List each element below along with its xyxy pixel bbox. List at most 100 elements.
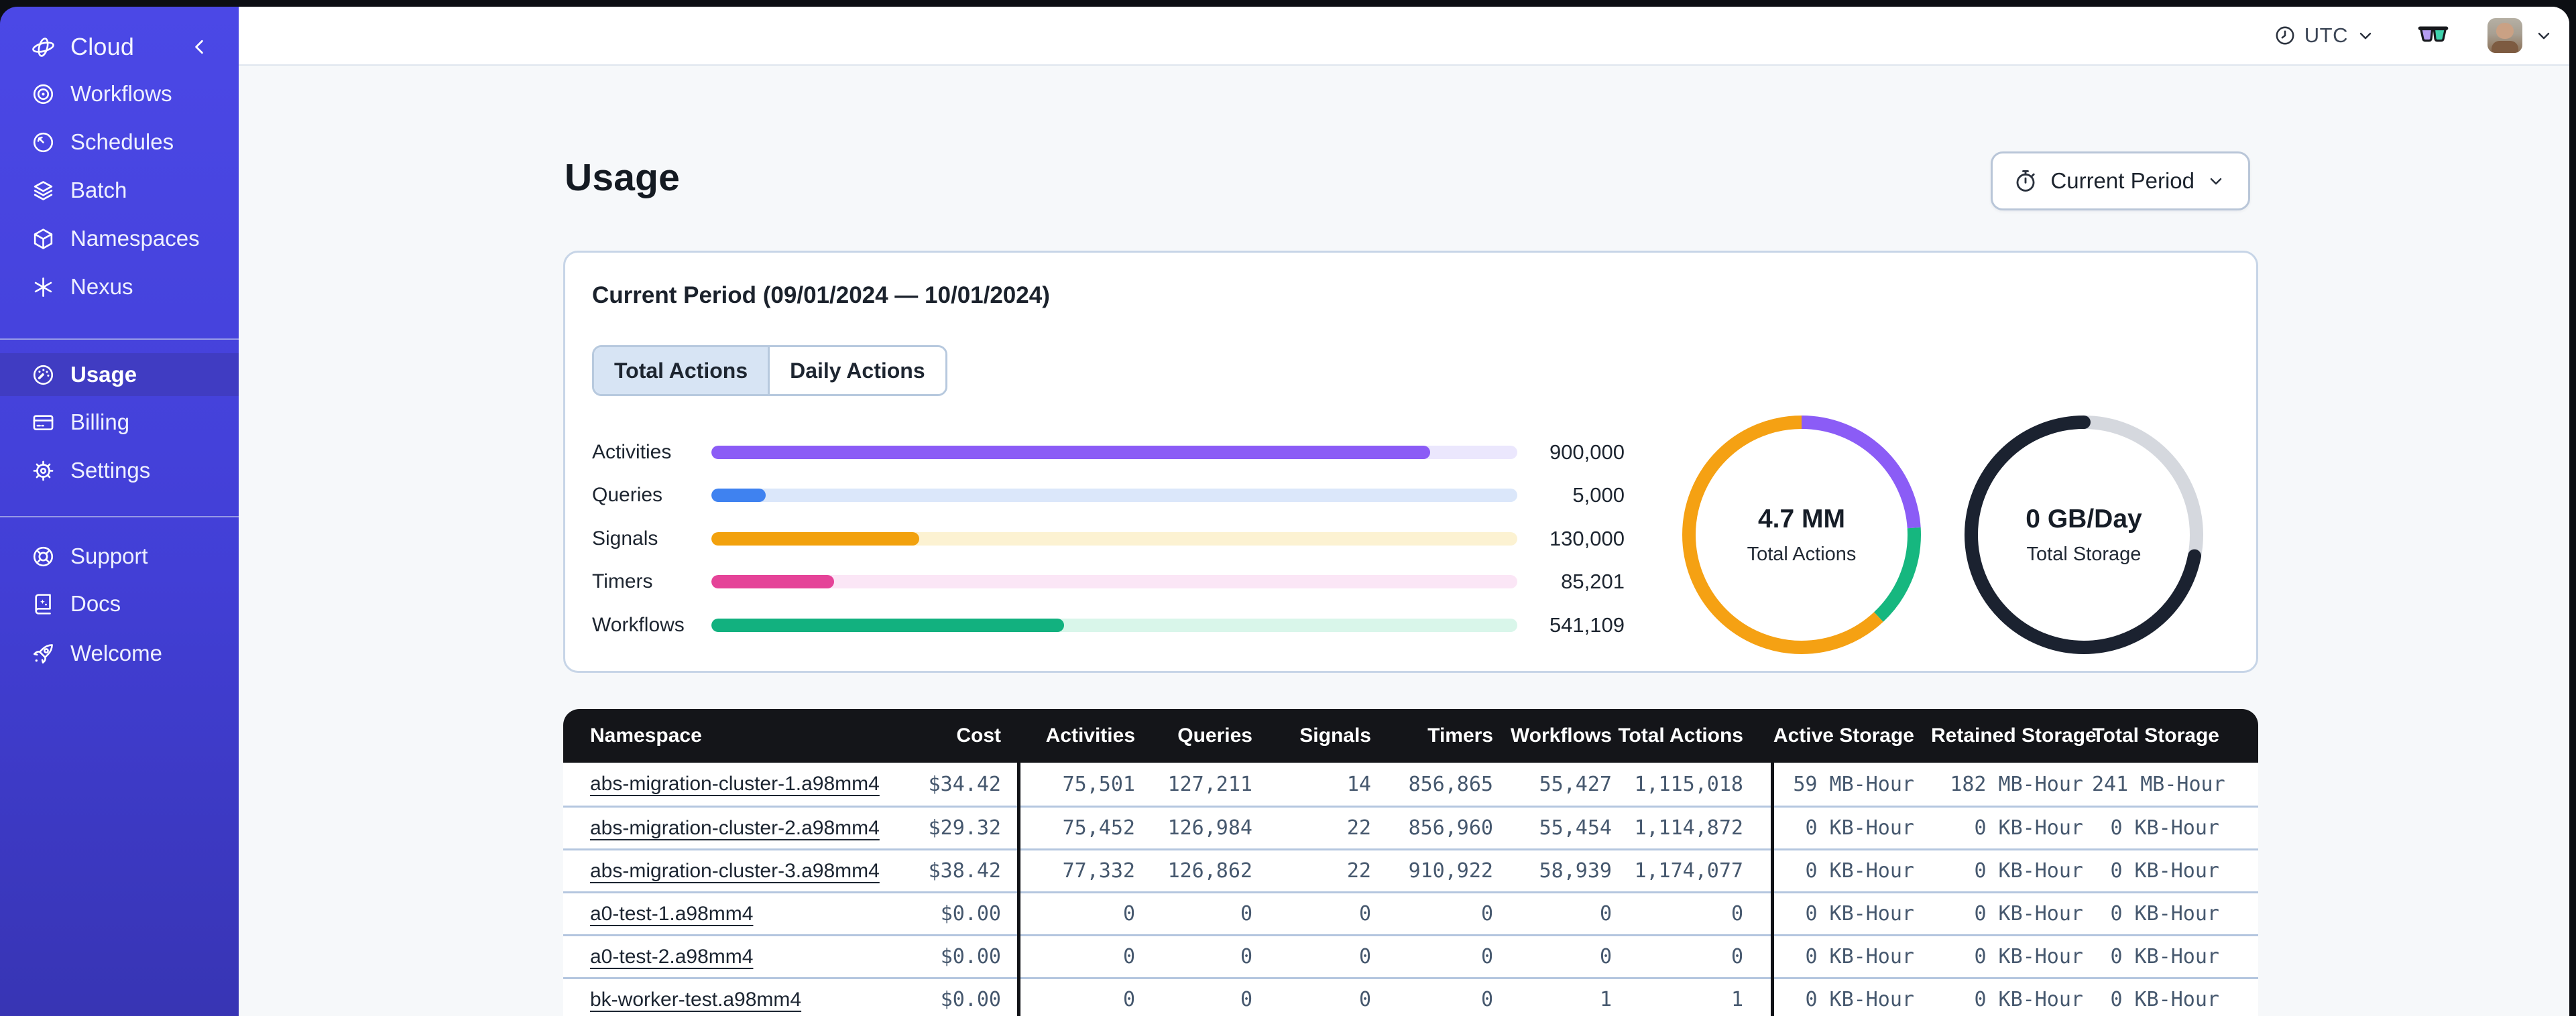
schedules-icon — [31, 130, 56, 155]
total-actions-value: 4.7 MM — [1757, 504, 1846, 533]
col-header-workflows: Workflows — [1510, 724, 1612, 747]
sidebar-item-namespaces[interactable]: Namespaces — [0, 214, 239, 263]
workflows-icon — [31, 82, 56, 107]
docs-book-icon — [31, 592, 56, 617]
namespace-link[interactable]: abs-migration-cluster-3.a98mm4 — [590, 860, 880, 882]
sidebar-item-batch[interactable]: Batch — [0, 166, 239, 214]
col-header-namespace: Namespace — [590, 724, 702, 747]
main-area: UTC Usage Current Period Current Period … — [239, 7, 2569, 1016]
app-window: Cloud Workflows Schedules Batch Namespac… — [0, 7, 2569, 1016]
timezone-selector[interactable]: UTC — [2274, 23, 2375, 48]
namespace-link[interactable]: a0-test-2.a98mm4 — [590, 946, 753, 968]
stopwatch-icon — [2013, 168, 2038, 194]
period-select-label: Current Period — [2050, 168, 2194, 193]
total-actions-label: Total Actions — [1747, 543, 1857, 565]
bar-fill — [711, 532, 920, 546]
tab-total-actions[interactable]: Total Actions — [594, 347, 770, 394]
namespaces-cube-icon — [31, 227, 56, 251]
namespace-link[interactable]: abs-migration-cluster-1.a98mm4 — [590, 773, 880, 795]
sidebar-collapse-icon[interactable] — [189, 37, 209, 57]
topbar: UTC — [239, 7, 2569, 66]
table-row: abs-migration-cluster-2.a98mm4 $29.32 75,… — [563, 806, 2258, 848]
bar-label: Signals — [592, 527, 658, 550]
namespace-link[interactable]: a0-test-1.a98mm4 — [590, 903, 753, 925]
chevron-down-icon — [2207, 172, 2225, 190]
col-header-activities: Activities — [1045, 724, 1135, 747]
bar-value: 5,000 — [1572, 483, 1625, 507]
table-row: a0-test-1.a98mm4 $0.00 0 0 0 0 0 0 0 KB-Hour 0 K… — [563, 891, 2258, 934]
sidebar-item-docs[interactable]: Docs — [0, 580, 239, 628]
clock-icon — [2274, 24, 2296, 47]
current-period-title: Current Period (09/01/2024 — 10/01/2024) — [592, 282, 1050, 308]
col-header-cost: Cost — [956, 724, 1001, 747]
col-header-queries: Queries — [1177, 724, 1252, 747]
bar-track — [711, 446, 1517, 459]
col-header-signals: Signals — [1299, 724, 1371, 747]
bar-label: Timers — [592, 570, 653, 592]
table-vertical-divider — [1017, 763, 1020, 1016]
bar-value: 130,000 — [1549, 527, 1625, 550]
bar-value: 541,109 — [1549, 613, 1625, 637]
tab-daily-actions[interactable]: Daily Actions — [770, 347, 945, 394]
sidebar-item-nexus[interactable]: Nexus — [0, 263, 239, 311]
bar-fill — [711, 575, 834, 588]
table-header-row: Namespace Cost Activities Queries Signal… — [563, 709, 2258, 763]
namespace-link[interactable]: abs-migration-cluster-2.a98mm4 — [590, 817, 880, 839]
usage-gauge-icon — [31, 363, 56, 387]
welcome-rocket-icon — [31, 641, 56, 666]
table-row: abs-migration-cluster-1.a98mm4 $34.42 75,… — [563, 763, 2258, 806]
bar-row-signals: Signals 130,000 — [592, 527, 1625, 551]
total-storage-donut: 0 GB/Day Total Storage — [1965, 416, 2203, 654]
total-storage-label: Total Storage — [2026, 543, 2142, 565]
bar-fill — [711, 446, 1431, 459]
bar-track — [711, 619, 1517, 632]
col-header-total-actions: Total Actions — [1618, 724, 1743, 747]
sidebar-item-support[interactable]: Support — [0, 532, 239, 580]
table-vertical-divider — [1771, 763, 1774, 1016]
bar-label: Queries — [592, 484, 663, 506]
col-header-retained-storage: Retained Storage — [1931, 724, 2097, 747]
sidebar-item-usage[interactable]: Usage — [0, 353, 239, 396]
col-header-total-storage: Total Storage — [2092, 724, 2219, 747]
total-storage-value: 0 GB/Day — [2026, 504, 2142, 533]
content: Usage Current Period Current Period (09/… — [239, 66, 2569, 1016]
bar-track — [711, 575, 1517, 588]
cloud-logo-icon — [31, 35, 56, 60]
sidebar-item-billing[interactable]: Billing — [0, 398, 239, 446]
bar-row-queries: Queries 5,000 — [592, 483, 1625, 507]
table-row: bk-worker-test.a98mm4 $0.00 0 0 0 0 1 1 0 KB-Ho… — [563, 977, 2258, 1016]
namespace-link[interactable]: bk-worker-test.a98mm4 — [590, 989, 801, 1011]
sidebar-brand: Cloud — [0, 24, 239, 70]
sidebar-item-schedules[interactable]: Schedules — [0, 118, 239, 166]
bar-row-workflows: Workflows 541,109 — [592, 613, 1625, 637]
actions-tab-group: Total Actions Daily Actions — [592, 345, 947, 396]
bar-track — [711, 489, 1517, 502]
sidebar-item-welcome[interactable]: Welcome — [0, 629, 239, 678]
batch-layers-icon — [31, 178, 56, 203]
settings-gear-icon — [31, 458, 56, 483]
nerd-glasses-icon[interactable] — [2418, 25, 2449, 46]
table-row: abs-migration-cluster-3.a98mm4 $38.42 77,… — [563, 848, 2258, 891]
bar-row-activities: Activities 900,000 — [592, 440, 1625, 464]
page-title: Usage — [565, 156, 681, 199]
bar-label: Workflows — [592, 614, 685, 636]
bar-value: 85,201 — [1561, 570, 1625, 593]
table-row: a0-test-2.a98mm4 $0.00 0 0 0 0 0 0 0 KB-Hour 0 K… — [563, 934, 2258, 977]
sidebar-divider — [0, 516, 239, 517]
bar-value: 900,000 — [1549, 440, 1625, 464]
billing-card-icon — [31, 410, 56, 435]
sidebar-item-settings[interactable]: Settings — [0, 446, 239, 495]
bar-track — [711, 532, 1517, 546]
sidebar-divider — [0, 338, 239, 340]
col-header-active-storage: Active Storage — [1773, 724, 1914, 747]
brand-label: Cloud — [70, 33, 135, 60]
total-actions-donut: 4.7 MM Total Actions — [1682, 416, 1921, 654]
account-menu-chevron-icon[interactable] — [2534, 26, 2553, 45]
bar-row-timers: Timers 85,201 — [592, 570, 1625, 594]
sidebar-item-workflows[interactable]: Workflows — [0, 70, 239, 118]
support-lifering-icon — [31, 544, 56, 569]
avatar[interactable] — [2487, 18, 2522, 53]
bar-fill — [711, 489, 766, 502]
period-select-button[interactable]: Current Period — [1991, 151, 2250, 210]
chevron-down-icon — [2356, 26, 2375, 45]
